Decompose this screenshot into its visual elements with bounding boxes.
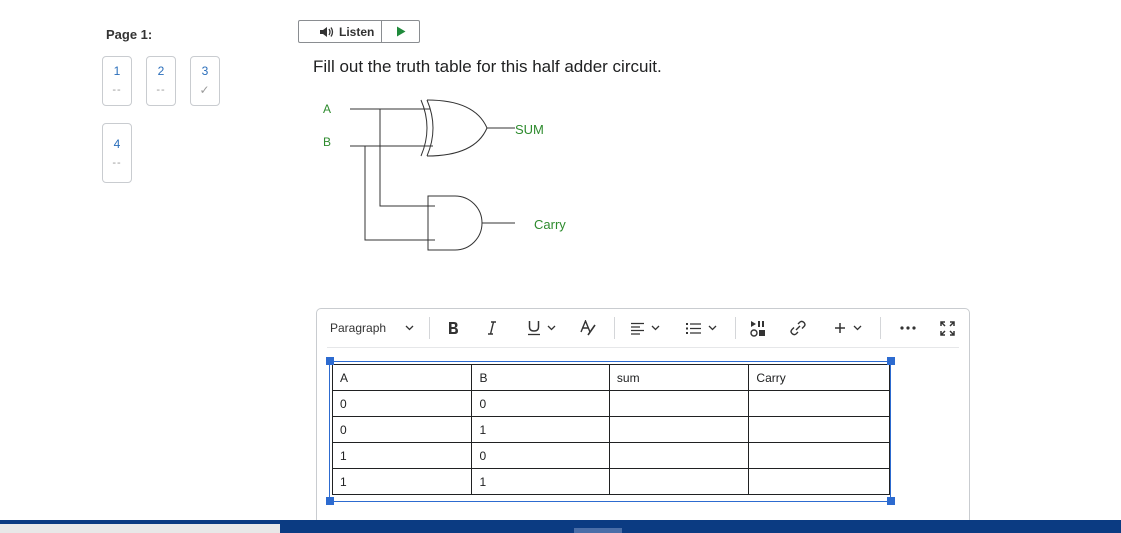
speaker-icon: [320, 26, 334, 37]
block-format-label: Paragraph: [330, 321, 387, 335]
insert-media-icon: [750, 320, 765, 337]
link-button[interactable]: [789, 309, 807, 347]
bottom-bar: [0, 520, 1121, 533]
fullscreen-button[interactable]: [940, 309, 955, 347]
and-gate: [427, 195, 483, 251]
question-text: Fill out the truth table for this half a…: [313, 57, 662, 76]
xor-gate-back: [420, 99, 428, 157]
list-dropdown[interactable]: [685, 309, 717, 347]
listen-button[interactable]: Listen: [299, 21, 383, 42]
link-icon: [790, 320, 806, 336]
insert-plus-dropdown[interactable]: [834, 309, 862, 347]
more-icon: [900, 326, 916, 330]
resize-handle[interactable]: [887, 357, 895, 365]
answer-editor: Paragraph A B sum Carry 0 0 0 1 1 0 1 1: [316, 308, 970, 533]
fullscreen-icon: [940, 320, 955, 336]
question-status: --: [156, 84, 166, 96]
page-label: Page 1:: [106, 27, 153, 42]
table-cell[interactable]: [748, 390, 890, 417]
table-row: 1 1: [331, 468, 890, 495]
insert-media-button[interactable]: [750, 309, 768, 347]
table-cell[interactable]: 0: [331, 390, 473, 417]
resize-handle[interactable]: [326, 357, 334, 365]
editor-toolbar: Paragraph: [317, 309, 969, 347]
table-cell[interactable]: [608, 468, 750, 495]
italic-icon: [488, 321, 496, 335]
truth-table-wrapper: A B sum Carry 0 0 0 1 1 0 1 1: [329, 361, 891, 502]
table-cell[interactable]: [748, 442, 890, 469]
chevron-down-icon: [853, 325, 862, 331]
question-nav-2[interactable]: 2 --: [146, 56, 176, 106]
question-nav-1[interactable]: 1 --: [102, 56, 132, 106]
bold-icon: [449, 322, 458, 334]
insert-plus-icon: [835, 323, 845, 333]
question-nav-3[interactable]: 3 ✓: [190, 56, 220, 106]
question-number: 1: [113, 64, 121, 78]
question-number: 2: [157, 64, 165, 78]
half-adder-circuit: A B SUM Carry: [323, 99, 566, 251]
align-icon: [631, 322, 644, 335]
question-number: 3: [201, 64, 209, 78]
more-options-button[interactable]: [900, 309, 916, 347]
input-a-label: A: [323, 102, 331, 116]
table-row: 0 1: [331, 416, 890, 443]
table-cell[interactable]: 1: [471, 468, 610, 495]
bold-button[interactable]: [447, 309, 459, 347]
text-color-icon: [580, 320, 596, 336]
chevron-down-icon: [405, 325, 414, 331]
resize-handle[interactable]: [887, 497, 895, 505]
truth-table: A B sum Carry 0 0 0 1 1 0 1 1: [331, 364, 890, 495]
table-cell[interactable]: 0: [471, 390, 610, 417]
table-cell[interactable]: 0: [331, 416, 473, 443]
xor-gate: [426, 99, 488, 157]
block-format-dropdown[interactable]: Paragraph: [330, 309, 414, 347]
table-cell[interactable]: [608, 416, 750, 443]
table-cell[interactable]: [748, 468, 890, 495]
table-cell[interactable]: A: [331, 364, 473, 391]
play-button[interactable]: [382, 21, 419, 42]
sum-output-label: SUM: [515, 122, 544, 137]
chevron-down-icon: [708, 325, 717, 331]
question-nav-4[interactable]: 4 --: [102, 123, 132, 183]
table-cell[interactable]: 0: [471, 442, 610, 469]
table-header-row: A B sum Carry: [331, 364, 890, 391]
table-cell[interactable]: 1: [471, 416, 610, 443]
table-cell[interactable]: [608, 390, 750, 417]
question-number: 4: [113, 137, 121, 151]
underline-icon: [528, 321, 540, 336]
table-row: 1 0: [331, 442, 890, 469]
table-cell[interactable]: 1: [331, 442, 473, 469]
list-icon: [686, 322, 701, 334]
input-b-label: B: [323, 135, 331, 149]
question-status: --: [112, 84, 122, 96]
carry-output-label: Carry: [534, 217, 566, 232]
table-cell[interactable]: 1: [331, 468, 473, 495]
check-icon: ✓: [199, 83, 211, 97]
play-icon: [396, 26, 406, 37]
table-cell[interactable]: Carry: [748, 364, 890, 391]
table-cell[interactable]: [608, 442, 750, 469]
question-status: --: [112, 157, 122, 169]
listen-control: Listen: [298, 20, 420, 43]
listen-label: Listen: [339, 24, 375, 39]
italic-button[interactable]: [487, 309, 497, 347]
underline-button[interactable]: [527, 309, 556, 347]
align-dropdown[interactable]: [630, 309, 660, 347]
chevron-down-icon: [547, 325, 556, 331]
resize-handle[interactable]: [326, 497, 334, 505]
table-cell[interactable]: sum: [608, 364, 750, 391]
table-cell[interactable]: [748, 416, 890, 443]
table-row: 0 0: [331, 390, 890, 417]
chevron-down-icon: [651, 325, 660, 331]
text-color-button[interactable]: [579, 309, 597, 347]
table-cell[interactable]: B: [471, 364, 610, 391]
